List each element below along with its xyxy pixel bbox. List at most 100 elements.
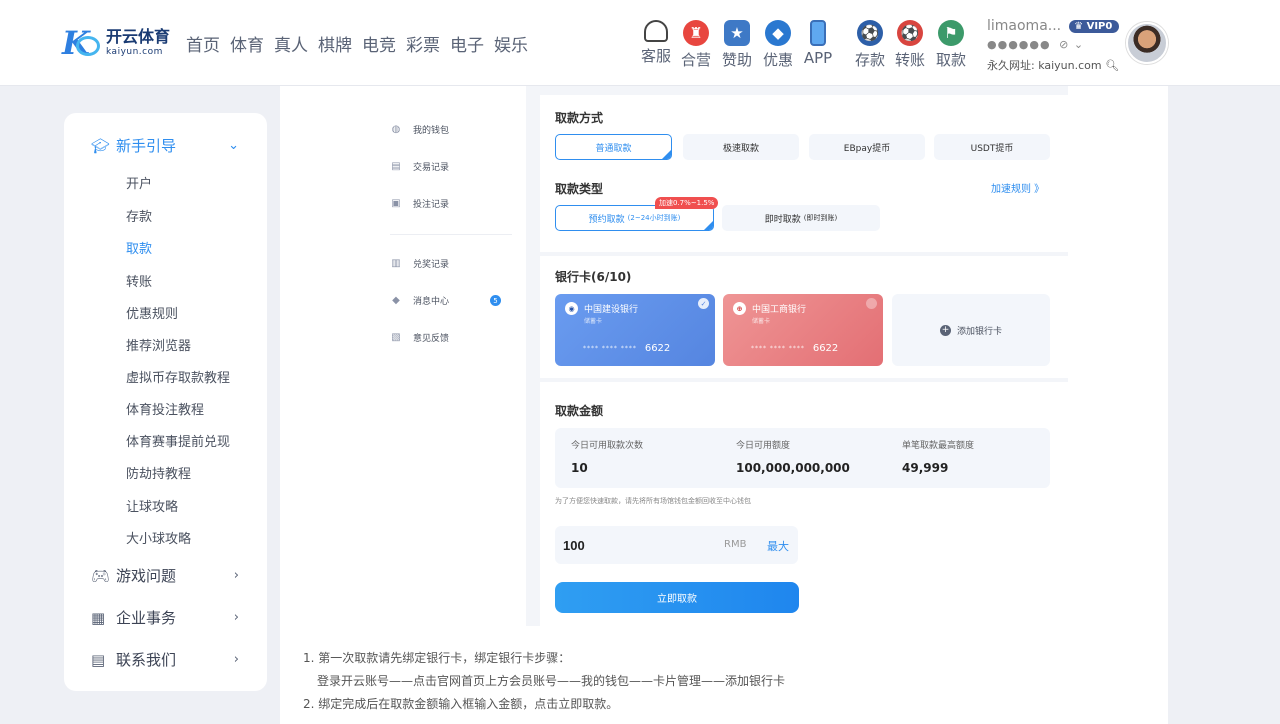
graduation-cap-icon: 🎓︎ bbox=[91, 136, 111, 155]
add-bank-card-button[interactable]: + 添加银行卡 bbox=[892, 294, 1050, 366]
type-title: 取款类型 bbox=[555, 182, 604, 196]
nav-item-entertainment[interactable]: 娱乐 bbox=[494, 31, 528, 56]
sidebar-item-withdraw[interactable]: 取款 bbox=[126, 238, 152, 257]
add-bank-label: 添加银行卡 bbox=[956, 326, 1002, 337]
sidebar-section-newbie[interactable]: 🎓︎ 新手引导 ⌄ bbox=[91, 135, 251, 156]
quick-promo[interactable]: ◆ 优惠 bbox=[760, 20, 796, 70]
sidebar-section-contact[interactable]: ▤ 联系我们 › bbox=[91, 649, 251, 670]
max-amount-button[interactable]: 最大 bbox=[767, 538, 789, 554]
quick-deposit[interactable]: ⚽ 存款 bbox=[852, 20, 888, 70]
eye-off-icon[interactable]: ⊘ bbox=[1059, 38, 1069, 51]
quick-partner[interactable]: ♜ 合营 bbox=[678, 20, 714, 70]
nav-item-home[interactable]: 首页 bbox=[186, 31, 220, 56]
limit-value: 49,999 bbox=[902, 461, 949, 475]
sidebar-item-deposit[interactable]: 存款 bbox=[126, 206, 152, 225]
feedback-icon: ▧ bbox=[391, 332, 401, 343]
phone-icon bbox=[810, 20, 826, 46]
sidebar-item-sports-bet-guide[interactable]: 体育投注教程 bbox=[126, 399, 204, 418]
bet-record-icon: ▣ bbox=[391, 198, 401, 209]
wallet-menu-prizes[interactable]: ▥ 兑奖记录 bbox=[390, 257, 449, 270]
sidebar-section-business[interactable]: ▦ 企业事务 › bbox=[91, 607, 251, 628]
vip-level: VIP0 bbox=[1086, 20, 1113, 32]
wallet-menu-messages[interactable]: ◆ 消息中心 bbox=[390, 294, 449, 307]
card-type: 储蓄卡 bbox=[584, 318, 603, 325]
building-icon: ▦ bbox=[91, 608, 106, 627]
withdraw-method-card: 取款方式 普通取款 极速取款 EBpay提币 USDT提币 取款类型 加速规则 … bbox=[540, 95, 1068, 252]
logo-mark-icon: K bbox=[62, 24, 102, 62]
nav-item-sports[interactable]: 体育 bbox=[230, 31, 264, 56]
withdraw-now-button[interactable]: 立即取款 bbox=[555, 582, 799, 613]
headset-icon bbox=[644, 20, 668, 42]
withdraw-notes: 1. 第一次取款请先绑定银行卡，绑定银行卡步骤： 登录开云账号——点击官网首页上… bbox=[303, 647, 785, 716]
type-note: (即时到账) bbox=[803, 214, 838, 222]
wallet-menu-label: 意见反馈 bbox=[413, 334, 450, 344]
sidebar-item-open-account[interactable]: 开户 bbox=[126, 173, 152, 192]
wallet-menu-transactions[interactable]: ▤ 交易记录 bbox=[390, 160, 449, 173]
quick-sponsor[interactable]: ★ 赞助 bbox=[719, 20, 755, 70]
bank-card-icbc[interactable]: ⊕ 中国工商银行 储蓄卡 **** **** **** 6622 ✓ bbox=[723, 294, 883, 366]
nav-item-live[interactable]: 真人 bbox=[274, 31, 308, 56]
username[interactable]: limaoma... bbox=[987, 18, 1061, 34]
nav-item-slots[interactable]: 电子 bbox=[450, 31, 484, 56]
quick-transfer[interactable]: ⚽ 转账 bbox=[892, 20, 928, 70]
tab-ebpay-withdraw[interactable]: EBpay提币 bbox=[809, 134, 925, 160]
partner-icon: ♜ bbox=[683, 20, 709, 46]
quick-label: 赞助 bbox=[721, 51, 752, 69]
sidebar-item-browser[interactable]: 推荐浏览器 bbox=[126, 335, 191, 354]
search-icon[interactable]: 🔍︎ bbox=[1105, 59, 1119, 72]
plus-circle-icon: + bbox=[939, 324, 951, 336]
site-logo[interactable]: K 开云体育 kaiyun.com bbox=[62, 24, 170, 62]
sidebar-section-label: 企业事务 bbox=[116, 609, 177, 627]
chevron-down-icon[interactable]: ⌄ bbox=[1074, 38, 1084, 51]
sidebar-section-games[interactable]: 🎮︎ 游戏问题 › bbox=[91, 565, 251, 586]
quick-support[interactable]: 客服 bbox=[638, 20, 674, 66]
sidebar-item-over-under[interactable]: 大小球攻略 bbox=[126, 528, 191, 547]
note-line: 2. 绑定完成后在取款金额输入框输入金额，点击立即取款。 bbox=[303, 697, 619, 711]
promo-icon: ◆ bbox=[765, 20, 791, 46]
quick-label: 合营 bbox=[680, 51, 711, 69]
bank-name: 中国工商银行 bbox=[752, 305, 807, 315]
quick-label: 优惠 bbox=[762, 51, 793, 69]
note-line: 1. 第一次取款请先绑定银行卡，绑定银行卡步骤： bbox=[303, 651, 571, 665]
tab-normal-withdraw[interactable]: 普通取款 bbox=[555, 134, 672, 160]
transfer-icon: ⚽ bbox=[897, 20, 923, 46]
type-instant[interactable]: 即时取款 (即时到账) bbox=[722, 205, 880, 231]
speed-rules-link[interactable]: 加速规则 》 bbox=[991, 180, 1044, 195]
top-header: K 开云体育 kaiyun.com 首页 体育 真人 棋牌 电竞 彩票 电子 娱… bbox=[0, 0, 1280, 86]
wallet-icon: ◍ bbox=[391, 124, 401, 135]
wallet-menu-bets[interactable]: ▣ 投注记录 bbox=[390, 197, 449, 210]
speed-badge: 加速0.7%~1.5% bbox=[655, 197, 719, 209]
sidebar-item-transfer[interactable]: 转账 bbox=[126, 271, 152, 290]
limit-count: 今日可用取款次数 10 bbox=[571, 438, 643, 475]
sidebar-section-label: 新手引导 bbox=[116, 137, 177, 155]
amount-input[interactable] bbox=[563, 526, 703, 564]
chat-icon: ▤ bbox=[91, 650, 106, 669]
sidebar-item-anti-hijack[interactable]: 防劫持教程 bbox=[126, 463, 191, 482]
sidebar-item-cashout[interactable]: 体育赛事提前兑现 bbox=[126, 431, 230, 450]
avatar[interactable] bbox=[1126, 22, 1168, 64]
nav-item-cards[interactable]: 棋牌 bbox=[318, 31, 352, 56]
wallet-menu-my-wallet[interactable]: ◍ 我的钱包 bbox=[390, 123, 449, 136]
wallet-menu-label: 我的钱包 bbox=[413, 126, 450, 136]
wallet-menu-label: 交易记录 bbox=[413, 163, 450, 173]
vip-badge: ♛ VIP0 bbox=[1069, 19, 1120, 33]
nav-item-lottery[interactable]: 彩票 bbox=[406, 31, 440, 56]
wallet-menu-divider bbox=[390, 234, 512, 235]
sidebar-item-crypto-guide[interactable]: 虚拟币存取款教程 bbox=[126, 367, 230, 386]
card-mask: **** **** **** bbox=[583, 345, 637, 352]
tab-fast-withdraw[interactable]: 极速取款 bbox=[683, 134, 799, 160]
quick-withdraw[interactable]: ⚑ 取款 bbox=[933, 20, 969, 70]
nav-item-esports[interactable]: 电竞 bbox=[362, 31, 396, 56]
recall-hint: 为了方便您快速取款，请先将所有场馆钱包金额回收至中心钱包 bbox=[555, 497, 751, 505]
wallet-menu-label: 投注记录 bbox=[413, 200, 450, 210]
quick-app[interactable]: APP bbox=[800, 20, 836, 67]
limit-daily-amount: 今日可用额度 100,000,000,000 bbox=[736, 438, 850, 475]
wallet-menu-feedback[interactable]: ▧ 意见反馈 bbox=[390, 331, 449, 344]
method-title: 取款方式 bbox=[555, 111, 604, 125]
tab-usdt-withdraw[interactable]: USDT提币 bbox=[934, 134, 1050, 160]
sidebar-item-handicap[interactable]: 让球攻略 bbox=[126, 496, 178, 515]
type-label: 预约取款 bbox=[588, 214, 625, 225]
sidebar-item-promo-rules[interactable]: 优惠规则 bbox=[126, 303, 178, 322]
bank-card-ccb[interactable]: ◉ 中国建设银行 储蓄卡 **** **** **** 6622 ✓ bbox=[555, 294, 715, 366]
withdraw-amount-section: 取款金额 今日可用取款次数 10 今日可用额度 100,000,000,000 … bbox=[540, 382, 1068, 626]
